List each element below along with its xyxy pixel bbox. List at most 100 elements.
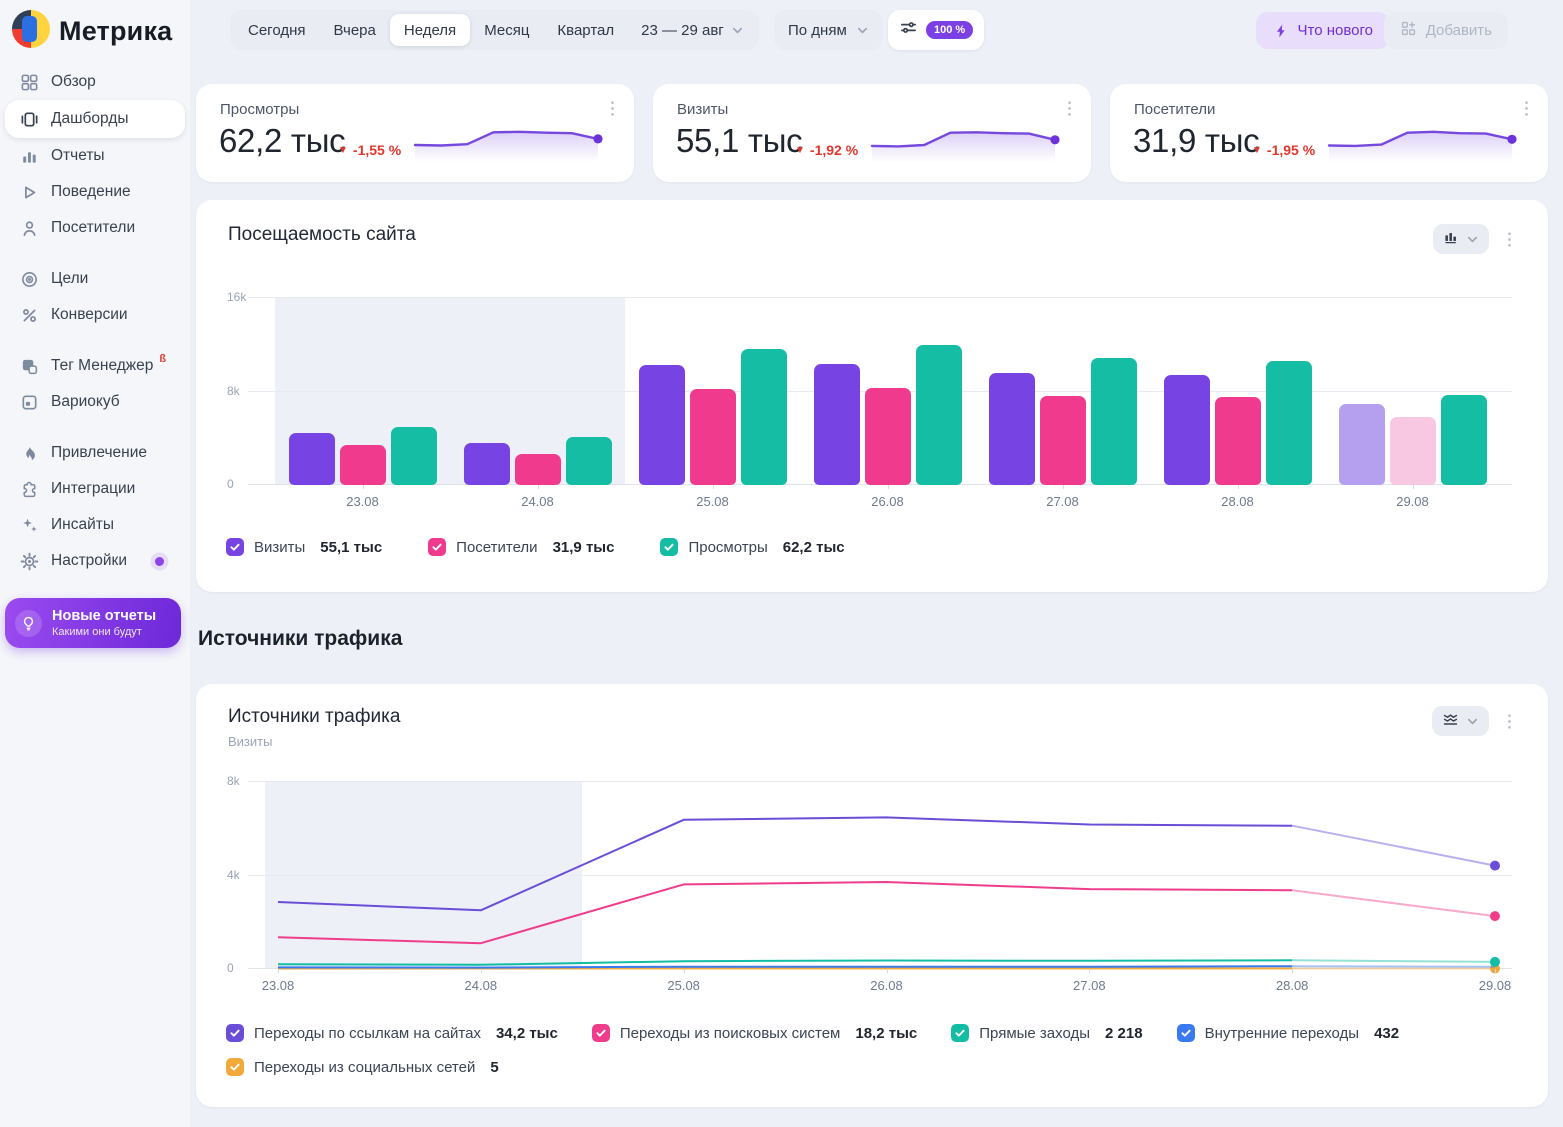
legend-checkbox[interactable] <box>226 1024 244 1042</box>
y-axis-tick-label: 0 <box>227 477 234 491</box>
kpi-sparkline <box>413 108 608 169</box>
x-axis-tick-label: 23.08 <box>346 494 379 509</box>
kebab-menu-icon[interactable] <box>1524 100 1529 117</box>
x-axis-tick-label: 28.08 <box>1221 494 1254 509</box>
sources-section-title: Источники трафика <box>198 627 402 651</box>
legend-checkbox[interactable] <box>1177 1024 1195 1042</box>
add-label: Добавить <box>1426 22 1492 39</box>
legend-label: Переходы из поисковых систем <box>620 1025 841 1042</box>
bar <box>1164 375 1210 486</box>
x-axis-tick <box>887 969 888 973</box>
new-reports-promo-button[interactable]: Новые отчеты Какими они будут <box>5 598 181 648</box>
x-axis-labels: 23.0824.0825.0826.0827.0828.0829.08 <box>248 978 1512 994</box>
x-axis-tick-label: 27.08 <box>1046 494 1079 509</box>
chart-type-select[interactable] <box>1433 224 1489 254</box>
sidebar-item-variocube[interactable]: Вариокуб <box>5 384 185 420</box>
legend-checkbox[interactable] <box>592 1024 610 1042</box>
whats-new-button[interactable]: Что нового <box>1256 12 1390 49</box>
legend-label: Переходы из социальных сетей <box>254 1059 475 1076</box>
legend-checkbox[interactable] <box>226 1058 244 1076</box>
kebab-menu-icon[interactable] <box>610 100 615 117</box>
x-axis-tick-label: 29.08 <box>1479 978 1512 993</box>
legend-value: 55,1 тыс <box>320 539 382 556</box>
legend-checkbox[interactable] <box>226 538 244 556</box>
bar-chart-icon <box>1443 229 1459 250</box>
chart-title: Посещаемость сайта <box>228 224 416 246</box>
sidebar-item-tag-manager[interactable]: Тег Менеджерß <box>5 348 185 384</box>
bar <box>690 389 736 485</box>
sidebar-item-label: Дашборды <box>51 110 129 128</box>
sidebar-item-overview[interactable]: Обзор <box>5 64 185 100</box>
legend-value: 62,2 тыс <box>783 539 845 556</box>
legend-item[interactable]: Переходы из поисковых систем18,2 тыс <box>592 1024 917 1042</box>
add-widget-button[interactable]: Добавить <box>1384 12 1508 49</box>
sources-chart-legend-row-1: Переходы по ссылкам на сайтах34,2 тыс Пер… <box>226 1024 1399 1042</box>
legend-value: 34,2 тыс <box>496 1025 558 1042</box>
legend-item[interactable]: Посетители31,9 тыс <box>428 538 614 556</box>
bar <box>566 437 612 485</box>
kpi-delta: ▼-1,92 % <box>795 142 858 158</box>
chevron-down-icon <box>1466 715 1479 728</box>
legend-item[interactable]: Внутренние переходы432 <box>1177 1024 1400 1042</box>
period-tab-yesterday[interactable]: Вчера <box>320 14 390 46</box>
sidebar-item-insights[interactable]: Инсайты <box>5 507 185 543</box>
x-axis-tick <box>363 485 364 489</box>
bar <box>1339 404 1385 485</box>
sidebar-item-integrations[interactable]: Интеграции <box>5 471 185 507</box>
period-tab-month[interactable]: Месяц <box>470 14 543 46</box>
sampling-control[interactable]: 100 % <box>888 10 984 50</box>
kebab-menu-icon[interactable] <box>1507 713 1512 730</box>
down-triangle-icon: ▼ <box>1252 145 1262 156</box>
bar <box>989 373 1035 485</box>
legend-item[interactable]: Прямые заходы2 218 <box>951 1024 1142 1042</box>
sidebar-item-visitors[interactable]: Посетители <box>5 210 185 246</box>
sidebar-item-goals[interactable]: Цели <box>5 261 185 297</box>
x-axis-tick-label: 28.08 <box>1276 978 1309 993</box>
kpi-title: Посетители <box>1134 101 1215 118</box>
period-tab-quarter[interactable]: Квартал <box>543 14 628 46</box>
legend-checkbox[interactable] <box>660 538 678 556</box>
line-chart-icon <box>1442 710 1459 732</box>
date-range-value: 23 — 29 авг <box>641 22 724 39</box>
legend-item[interactable]: Переходы из социальных сетей5 <box>226 1058 499 1076</box>
notification-dot <box>155 557 164 566</box>
sidebar-item-acquisition[interactable]: Привлечение <box>5 435 185 471</box>
x-axis-tick <box>888 485 889 489</box>
legend-item[interactable]: Просмотры62,2 тыс <box>660 538 844 556</box>
legend-label: Визиты <box>254 539 305 556</box>
x-axis-labels: 23.0824.0825.0826.0827.0828.0829.08 <box>248 494 1512 510</box>
sidebar-item-settings[interactable]: Настройки <box>5 543 185 579</box>
legend-label: Прямые заходы <box>979 1025 1090 1042</box>
bar-group-23.08 <box>275 297 450 485</box>
chart-type-select[interactable] <box>1432 706 1489 736</box>
period-tab-week[interactable]: Неделя <box>390 14 470 46</box>
traffic-bar-plot: 16k8k0 <box>248 297 1512 485</box>
add-grid-icon <box>1400 20 1417 41</box>
sliders-icon <box>899 18 918 42</box>
period-tab-today[interactable]: Сегодня <box>234 14 320 46</box>
sidebar-item-behavior[interactable]: Поведение <box>5 174 185 210</box>
sidebar-item-reports[interactable]: Отчеты <box>5 138 185 174</box>
traffic-chart-card: Посещаемость сайта 16k8k0 23.0824.0825.0… <box>196 200 1548 592</box>
legend-item[interactable]: Визиты 55,1 тыс <box>226 538 382 556</box>
reports-icon <box>19 146 39 166</box>
promo-title: Новые отчеты <box>52 608 156 625</box>
legend-checkbox[interactable] <box>428 538 446 556</box>
kebab-menu-icon[interactable] <box>1067 100 1072 117</box>
granularity-select[interactable]: По дням <box>774 10 883 50</box>
bar-group-26.08 <box>800 297 975 485</box>
legend-item[interactable]: Переходы по ссылкам на сайтах34,2 тыс <box>226 1024 558 1042</box>
sidebar-item-label: Привлечение <box>51 444 147 462</box>
bar-group-25.08 <box>625 297 800 485</box>
tag-manager-icon <box>19 356 39 376</box>
x-axis-tick-label: 24.08 <box>465 978 498 993</box>
beta-badge: ß <box>159 353 166 365</box>
x-axis-tick <box>713 485 714 489</box>
sidebar-item-conversions[interactable]: Конверсии <box>5 297 185 333</box>
y-axis-tick-label: 16k <box>227 290 246 304</box>
legend-checkbox[interactable] <box>951 1024 969 1042</box>
sidebar-item-dashboards[interactable]: Дашборды <box>5 100 185 138</box>
kebab-menu-icon[interactable] <box>1507 231 1512 248</box>
app-logo[interactable]: Метрика <box>12 10 172 53</box>
date-range-select[interactable]: 23 — 29 авг <box>628 22 755 39</box>
